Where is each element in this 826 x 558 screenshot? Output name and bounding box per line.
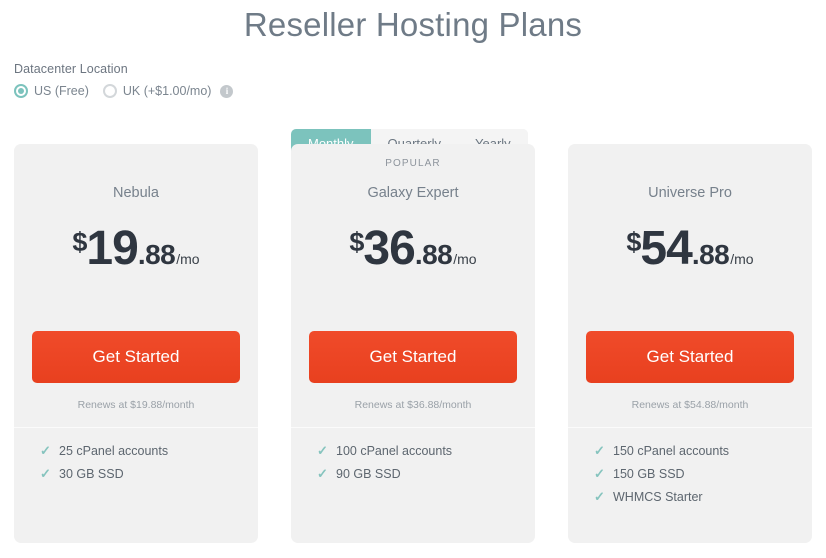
plan-card-nebula: Nebula $ 19 .88 /mo Get Started Renews a… xyxy=(14,144,258,543)
price-currency: $ xyxy=(349,227,364,257)
renewal-note: Renews at $36.88/month xyxy=(354,399,472,411)
feature-list: ✓ 25 cPanel accounts ✓ 30 GB SSD xyxy=(14,428,258,482)
get-started-button[interactable]: Get Started xyxy=(32,331,240,383)
pricing-cards: Nebula $ 19 .88 /mo Get Started Renews a… xyxy=(0,144,826,543)
price-period: /mo xyxy=(176,251,200,267)
get-started-button[interactable]: Get Started xyxy=(586,331,794,383)
list-item: ✓ 90 GB SSD xyxy=(317,466,535,482)
plan-card-galaxy-expert: POPULAR Galaxy Expert $ 36 .88 /mo Get S… xyxy=(291,144,535,543)
plan-price: $ 54 .88 /mo xyxy=(626,225,753,273)
feature-label: 90 GB SSD xyxy=(336,467,401,481)
popular-badge: POPULAR xyxy=(385,158,441,169)
price-whole: 36 xyxy=(363,222,415,275)
feature-label: 30 GB SSD xyxy=(59,467,124,481)
price-cents: .88 xyxy=(137,239,176,270)
price-period: /mo xyxy=(730,251,754,267)
renewal-note: Renews at $54.88/month xyxy=(631,399,749,411)
feature-label: 150 GB SSD xyxy=(613,467,685,481)
plan-price: $ 19 .88 /mo xyxy=(72,225,199,273)
price-period: /mo xyxy=(453,251,477,267)
feature-label: WHMCS Starter xyxy=(613,490,703,504)
price-cents: .88 xyxy=(691,239,730,270)
feature-label: 25 cPanel accounts xyxy=(59,444,169,458)
datacenter-option-uk[interactable]: UK (+$1.00/mo) i xyxy=(102,84,234,98)
list-item: ✓ 30 GB SSD xyxy=(40,466,258,482)
plan-name: Nebula xyxy=(113,185,159,201)
price-whole: 19 xyxy=(86,222,138,275)
list-item: ✓ 150 cPanel accounts xyxy=(594,443,812,459)
info-icon[interactable]: i xyxy=(220,84,234,98)
page-title: Reseller Hosting Plans xyxy=(243,6,583,43)
feature-label: 100 cPanel accounts xyxy=(336,444,453,458)
price-cents: .88 xyxy=(414,239,453,270)
renewal-note: Renews at $19.88/month xyxy=(77,399,195,411)
check-icon: ✓ xyxy=(317,443,328,458)
datacenter-options: US (Free) UK (+$1.00/mo) i xyxy=(14,84,234,98)
check-icon: ✓ xyxy=(594,489,605,504)
plan-price: $ 36 .88 /mo xyxy=(349,225,476,273)
plan-name: Universe Pro xyxy=(648,185,732,201)
list-item: ✓ 25 cPanel accounts xyxy=(40,443,258,459)
check-icon: ✓ xyxy=(317,466,328,481)
price-currency: $ xyxy=(626,227,641,257)
plan-card-universe-pro: Universe Pro $ 54 .88 /mo Get Started Re… xyxy=(568,144,812,543)
plan-name: Galaxy Expert xyxy=(367,185,459,201)
radio-button-us[interactable] xyxy=(14,84,28,98)
list-item: ✓ WHMCS Starter xyxy=(594,489,812,505)
feature-label: 150 cPanel accounts xyxy=(613,444,730,458)
datacenter-location-group: Datacenter Location US (Free) UK (+$1.00… xyxy=(14,62,234,98)
check-icon: ✓ xyxy=(594,466,605,481)
datacenter-option-uk-label: UK (+$1.00/mo) xyxy=(122,84,212,98)
datacenter-location-label: Datacenter Location xyxy=(14,62,128,76)
controls-row: Datacenter Location US (Free) UK (+$1.00… xyxy=(0,62,826,160)
pricing-page: Reseller Hosting Plans Datacenter Locati… xyxy=(0,0,826,558)
feature-list: ✓ 100 cPanel accounts ✓ 90 GB SSD xyxy=(291,428,535,482)
datacenter-option-us[interactable]: US (Free) xyxy=(14,84,89,98)
list-item: ✓ 150 GB SSD xyxy=(594,466,812,482)
check-icon: ✓ xyxy=(40,466,51,481)
check-icon: ✓ xyxy=(594,443,605,458)
check-icon: ✓ xyxy=(40,443,51,458)
price-whole: 54 xyxy=(640,222,692,275)
radio-button-uk[interactable] xyxy=(102,84,117,98)
list-item: ✓ 100 cPanel accounts xyxy=(317,443,535,459)
datacenter-option-us-label: US (Free) xyxy=(34,84,89,98)
price-currency: $ xyxy=(72,227,87,257)
get-started-button[interactable]: Get Started xyxy=(309,331,517,383)
feature-list: ✓ 150 cPanel accounts ✓ 150 GB SSD ✓ WHM… xyxy=(568,428,812,505)
